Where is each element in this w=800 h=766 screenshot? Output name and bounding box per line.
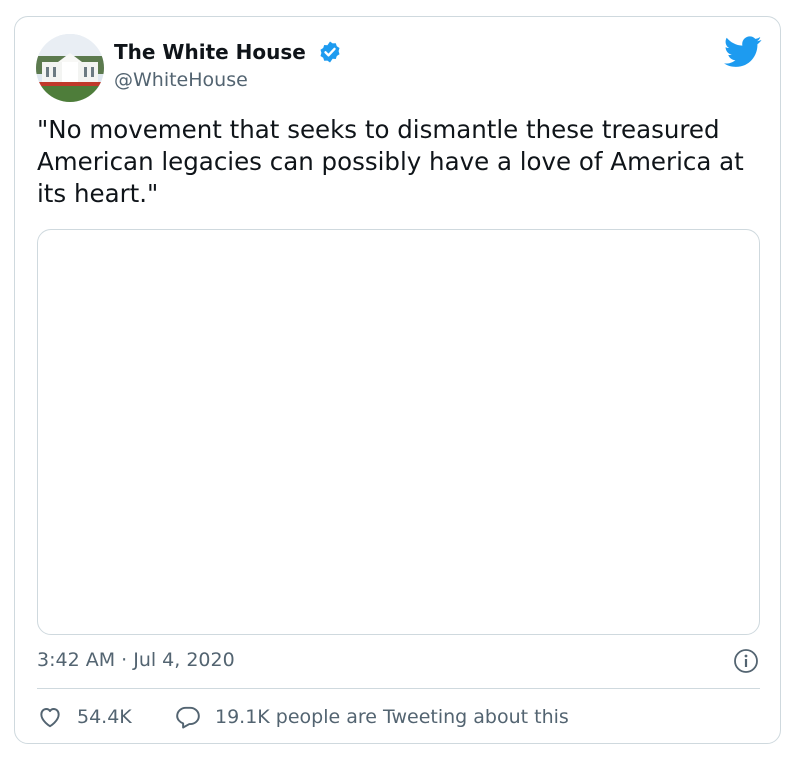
tweet-media[interactable] [37,229,760,635]
verified-badge-icon [320,41,340,63]
info-icon[interactable] [733,648,759,674]
avatar[interactable] [36,34,104,102]
conversation-button[interactable]: 19.1K people are Tweeting about this [175,703,569,731]
twitter-bird-icon[interactable] [724,36,762,68]
reply-bubble-icon [176,706,200,729]
author-handle[interactable]: @WhiteHouse [114,67,248,93]
author-name[interactable]: The White House [114,38,306,66]
conversation-label: 19.1K people are Tweeting about this [215,706,569,728]
like-button[interactable]: 54.4K [37,703,132,731]
divider [37,688,760,689]
like-count: 54.4K [77,706,132,728]
tweet-text: "No movement that seeks to dismantle the… [37,115,744,208]
tweet-timestamp[interactable]: 3:42 AM · Jul 4, 2020 [37,647,235,673]
heart-icon [40,708,60,728]
